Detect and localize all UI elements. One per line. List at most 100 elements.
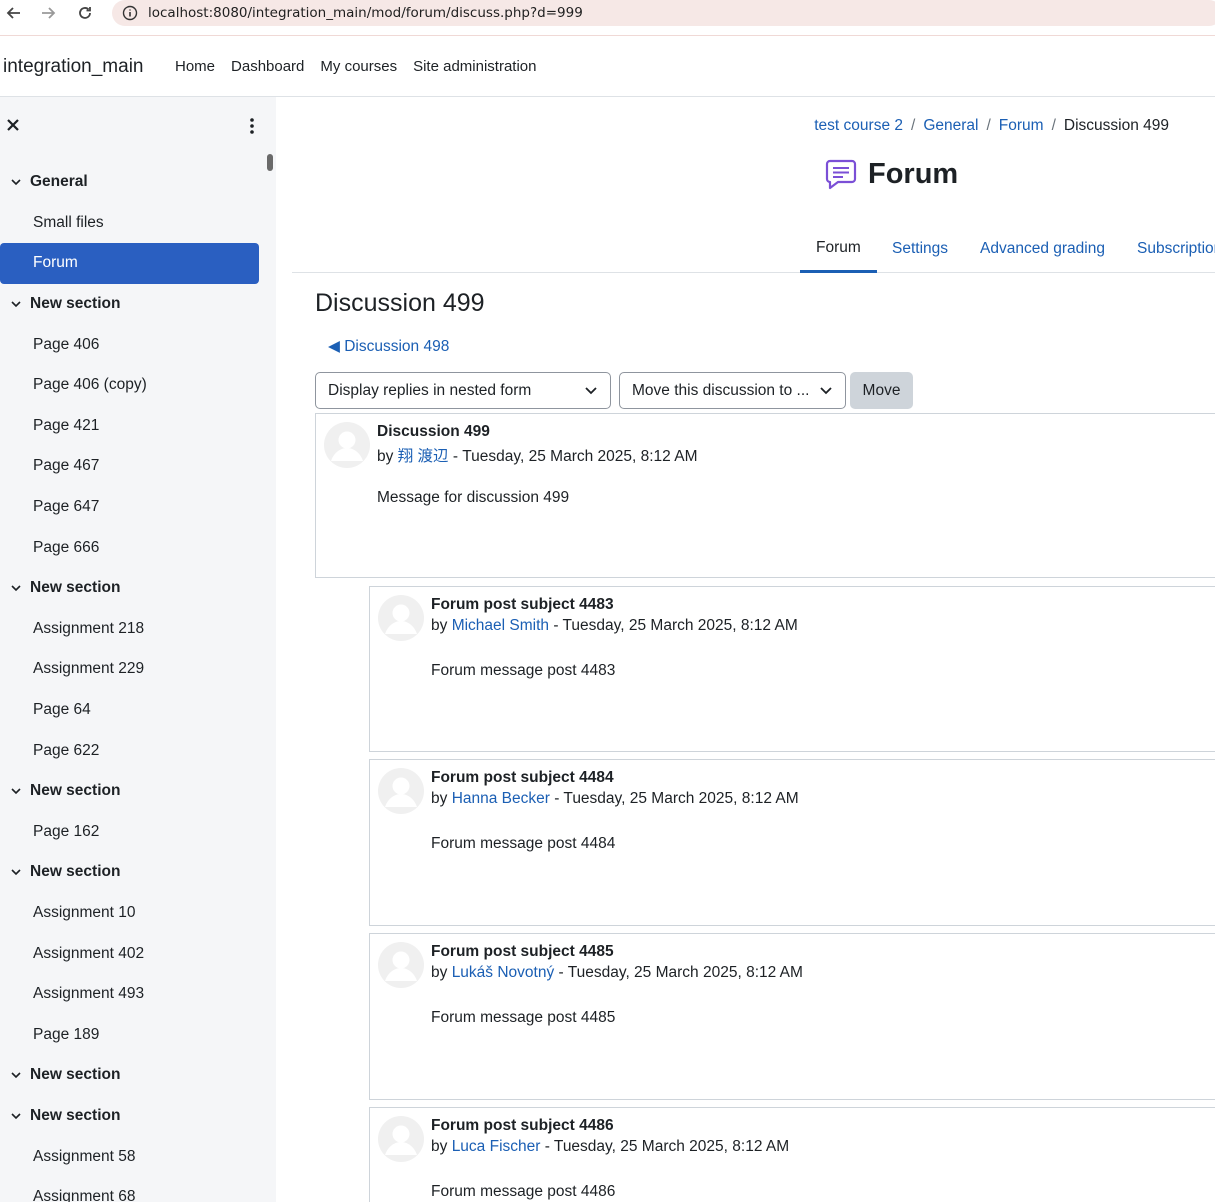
browser-toolbar: localhost:8080/integration_main/mod/foru…	[0, 0, 1215, 36]
kebab-menu-icon[interactable]	[244, 117, 260, 135]
tab-advanced-grading[interactable]: Advanced grading	[964, 225, 1121, 273]
course-index-item[interactable]: Assignment 10	[0, 893, 259, 934]
course-index-item[interactable]: Page 666	[0, 527, 259, 568]
course-section-label: New section	[30, 1066, 121, 1084]
chevron-down-icon	[11, 869, 21, 876]
byline-prefix: by	[431, 790, 448, 807]
course-index-item[interactable]: Assignment 68	[0, 1177, 259, 1202]
avatar[interactable]	[378, 942, 424, 988]
course-index-list: General Small files Forum New section Page 4…	[0, 162, 259, 1202]
course-section-toggle[interactable]: New section	[0, 1096, 259, 1137]
breadcrumb-module[interactable]: Forum	[999, 117, 1044, 135]
nav-dashboard[interactable]: Dashboard	[231, 58, 304, 75]
move-button[interactable]: Move	[850, 372, 913, 409]
post-author-link[interactable]: Luca Fischer	[452, 1138, 541, 1155]
course-index-item[interactable]: Page 647	[0, 487, 259, 528]
post-author-link[interactable]: Hanna Becker	[452, 790, 550, 807]
course-section-toggle[interactable]: General	[0, 162, 259, 203]
reply-post: Forum post subject 4484 by Hanna Becker -…	[369, 759, 1215, 926]
post-message: Message for discussion 499	[377, 489, 570, 506]
page-title: Forum	[868, 157, 959, 190]
course-index-item[interactable]: Assignment 58	[0, 1136, 259, 1177]
secondary-navigation: Forum Settings Advanced grading Subscrip…	[292, 225, 1215, 273]
breadcrumb-separator: /	[911, 117, 916, 134]
reload-icon[interactable]	[74, 2, 96, 24]
move-discussion-value: Move this discussion to ...	[632, 381, 810, 399]
url-text: localhost:8080/integration_main/mod/foru…	[148, 5, 583, 21]
course-section-toggle[interactable]: New section	[0, 852, 259, 893]
course-index-item[interactable]: Small files	[0, 203, 259, 244]
previous-discussion-link[interactable]: ◀ Discussion 498	[328, 337, 449, 356]
breadcrumb-separator: /	[1051, 117, 1056, 134]
tab-settings[interactable]: Settings	[876, 225, 964, 273]
move-discussion-select[interactable]: Move this discussion to ...	[619, 372, 846, 409]
discussion-post: Discussion 499 by 翔 渡辺 - Tuesday, 25 Marc…	[315, 413, 1215, 578]
post-author-link[interactable]: Michael Smith	[452, 617, 549, 634]
back-icon[interactable]	[3, 2, 25, 24]
post-byline: by 翔 渡辺 - Tuesday, 25 March 2025, 8:12 A…	[377, 444, 698, 466]
chevron-down-icon	[11, 585, 21, 592]
site-info-icon[interactable]	[122, 5, 138, 21]
nav-home[interactable]: Home	[175, 58, 215, 75]
byline-prefix: by	[431, 964, 448, 981]
post-date: - Tuesday, 25 March 2025, 8:12 AM	[558, 964, 803, 981]
course-index-item[interactable]: Page 406 (copy)	[0, 365, 259, 406]
course-index-item[interactable]: Page 406	[0, 324, 259, 365]
address-bar[interactable]: localhost:8080/integration_main/mod/foru…	[112, 0, 1215, 26]
post-byline: by Lukáš Novotný - Tuesday, 25 March 202…	[431, 964, 803, 982]
tab-forum[interactable]: Forum	[800, 225, 877, 273]
course-index-drawer: General Small files Forum New section Page 4…	[0, 97, 276, 1202]
post-byline: by Luca Fischer - Tuesday, 25 March 2025…	[431, 1138, 789, 1156]
reply-post: Forum post subject 4483 by Michael Smith …	[369, 586, 1215, 752]
close-icon[interactable]	[4, 116, 22, 134]
nav-my-courses[interactable]: My courses	[320, 58, 397, 75]
post-date: - Tuesday, 25 March 2025, 8:12 AM	[452, 448, 698, 465]
site-name[interactable]: integration_main	[3, 56, 143, 78]
breadcrumb-course[interactable]: test course 2	[814, 117, 903, 135]
post-author-link[interactable]: Lukáš Novotný	[452, 964, 555, 981]
breadcrumb-section[interactable]: General	[923, 117, 978, 135]
forward-icon[interactable]	[37, 2, 59, 24]
course-index-item[interactable]: Assignment 402	[0, 933, 259, 974]
course-section-label: New section	[30, 1106, 121, 1124]
post-author-link[interactable]: 翔 渡辺	[398, 448, 449, 465]
avatar[interactable]	[324, 422, 370, 468]
byline-prefix: by	[431, 1138, 448, 1155]
avatar[interactable]	[378, 768, 424, 814]
course-section-toggle[interactable]: New section	[0, 284, 259, 325]
course-section-toggle[interactable]: New section	[0, 771, 259, 812]
post-byline: by Hanna Becker - Tuesday, 25 March 2025…	[431, 790, 799, 808]
course-index-item[interactable]: Page 421	[0, 406, 259, 447]
course-index-item[interactable]: Assignment 218	[0, 609, 259, 650]
chevron-down-icon	[11, 1072, 21, 1079]
post-date: - Tuesday, 25 March 2025, 8:12 AM	[553, 617, 798, 634]
avatar[interactable]	[378, 1116, 424, 1162]
avatar[interactable]	[378, 595, 424, 641]
primary-navigation: Home Dashboard My courses Site administr…	[175, 58, 537, 75]
drawer-scrollbar[interactable]	[267, 154, 273, 171]
course-index-item[interactable]: Assignment 229	[0, 649, 259, 690]
course-index-item[interactable]: Page 189	[0, 1014, 259, 1055]
chevron-down-icon	[11, 788, 21, 795]
post-message: Forum message post 4484	[431, 835, 616, 852]
chevron-down-icon	[820, 387, 832, 395]
post-subject: Forum post subject 4484	[431, 769, 614, 786]
course-section-toggle[interactable]: New section	[0, 1055, 259, 1096]
breadcrumb: test course 2 / General / Forum / Discus…	[814, 117, 1169, 135]
nav-site-administration[interactable]: Site administration	[413, 58, 536, 75]
post-message: Forum message post 4485	[431, 1009, 616, 1026]
course-index-item[interactable]: Assignment 493	[0, 974, 259, 1015]
course-index-item[interactable]: Page 162	[0, 812, 259, 853]
tab-subscriptions[interactable]: Subscriptions	[1121, 225, 1215, 273]
course-index-item[interactable]: Forum	[0, 243, 259, 284]
top-navbar: integration_main Home Dashboard My cours…	[0, 37, 1215, 97]
course-index-item[interactable]: Page 64	[0, 690, 259, 731]
byline-prefix: by	[377, 448, 394, 465]
display-mode-select[interactable]: Display replies in nested form	[315, 372, 611, 409]
course-index-item[interactable]: Page 622	[0, 730, 259, 771]
post-date: - Tuesday, 25 March 2025, 8:12 AM	[544, 1138, 790, 1155]
post-message: Forum message post 4486	[431, 1183, 616, 1200]
course-section-label: New section	[30, 579, 121, 597]
course-section-toggle[interactable]: New section	[0, 568, 259, 609]
course-index-item[interactable]: Page 467	[0, 446, 259, 487]
